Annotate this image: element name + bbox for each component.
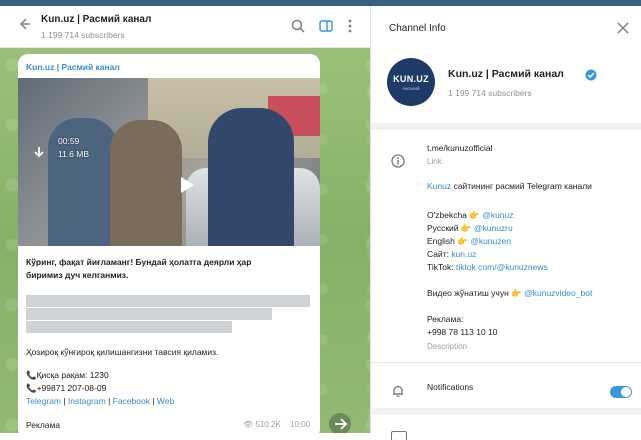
link-separator: | xyxy=(149,396,157,406)
video-size: 11.6 MB xyxy=(58,149,90,159)
link-instagram[interactable]: Instagram xyxy=(68,396,106,406)
forward-button[interactable] xyxy=(329,413,351,433)
post-views: 👁 510.2K xyxy=(243,420,281,429)
sidebar-toggle-icon[interactable] xyxy=(318,18,336,36)
message-bubble[interactable]: Kun.uz | Расмий канал 00:59 11.6 MB Кўри… xyxy=(18,54,320,433)
section-separator xyxy=(371,123,641,130)
search-icon[interactable] xyxy=(290,18,308,36)
link-telegram[interactable]: Telegram xyxy=(26,396,61,406)
description-label: Description xyxy=(427,342,468,351)
close-icon[interactable] xyxy=(616,21,630,35)
redacted-text xyxy=(26,321,232,333)
redacted-text xyxy=(26,295,310,307)
post-phone-full: 📞+99871 207-08-09 xyxy=(26,383,107,393)
toggle-knob xyxy=(621,387,631,397)
back-arrow-icon[interactable] xyxy=(14,16,34,36)
lang-en-line: English 👉 @kunuzen xyxy=(427,236,511,246)
play-icon[interactable] xyxy=(179,176,195,194)
eye-icon: 👁 xyxy=(243,420,254,429)
lang-ru-line: Русский 👉 @kunuzru xyxy=(427,223,513,233)
chat-subscribers: 1 199 714 subscribers xyxy=(41,30,125,40)
row-divider xyxy=(371,362,641,363)
site-line: Сайт: kun.uz xyxy=(427,249,477,259)
chat-title[interactable]: Kun.uz | Расмий канал xyxy=(41,14,151,25)
info-icon xyxy=(391,154,405,168)
post-ad-label: Реклама xyxy=(26,420,61,430)
channel-subscribers: 1 199 714 subscribers xyxy=(448,88,532,98)
channel-info-pane: Channel Info KUN.UZ РАСМИЙ Kun.uz | Расм… xyxy=(370,6,641,440)
ad-label: Реклама: xyxy=(427,314,464,324)
channel-link-label: Link xyxy=(427,157,442,166)
verified-badge-icon xyxy=(585,68,597,81)
redacted-text xyxy=(26,308,272,320)
video-scene-person xyxy=(110,120,182,246)
post-caption-line: Кўринг, фақат йиғламанг! Бундай ҳолатга … xyxy=(26,257,252,267)
chat-pane: Kun.uz | Расмий канал 1 199 714 subscrib… xyxy=(0,6,370,433)
more-options-icon[interactable] xyxy=(346,18,356,36)
video-submit-line: Видео жўнатиш учун 👉 @kunuzvideo_bot xyxy=(427,288,593,298)
notifications-toggle[interactable] xyxy=(610,386,632,398)
bell-icon xyxy=(391,384,405,398)
forward-arrow-icon xyxy=(335,418,348,430)
info-pane-title: Channel Info xyxy=(389,23,446,34)
post-phone-short: 📞Қисқа рақам: 1230 xyxy=(26,370,109,380)
link-separator: | xyxy=(60,396,68,406)
link-facebook[interactable]: Facebook xyxy=(113,396,150,406)
tiktok-line: TikTok: tiktok.com/@kunuznews xyxy=(427,262,548,272)
ad-phone: +998 78 113 10 10 xyxy=(427,327,498,337)
media-icon xyxy=(391,431,407,440)
link-web[interactable]: Web xyxy=(157,396,174,406)
chat-header: Kun.uz | Расмий канал 1 199 714 subscrib… xyxy=(0,6,370,48)
video-scene-person xyxy=(208,108,294,246)
lang-uz-line: O'zbekcha 👉 @kunuz xyxy=(427,210,514,220)
download-icon[interactable] xyxy=(32,146,46,160)
link-separator: | xyxy=(105,396,113,406)
channel-name: Kun.uz | Расмий канал xyxy=(448,68,564,80)
post-links: Telegram | Instagram | Facebook | Web xyxy=(26,396,174,406)
logo-subtext: РАСМИЙ xyxy=(402,86,420,91)
video-thumbnail[interactable]: 00:59 11.6 MB xyxy=(18,78,320,246)
post-channel-name[interactable]: Kun.uz | Расмий канал xyxy=(26,62,120,72)
logo-text: KUN.UZ xyxy=(393,74,429,84)
post-caption-line: биримиз дуч келганмиз. xyxy=(26,270,129,280)
channel-link[interactable]: t.me/kunuzofficial xyxy=(427,143,493,153)
section-separator xyxy=(371,408,641,415)
channel-avatar[interactable]: KUN.UZ РАСМИЙ xyxy=(387,58,435,106)
notifications-label: Notifications xyxy=(427,382,474,392)
post-text-line: Ҳозироқ кўнғироқ қилишангизни тавсия қил… xyxy=(26,347,219,357)
video-duration: 00:59 xyxy=(58,136,80,146)
channel-description-line: Kunuz сайтининг расмий Telegram канали xyxy=(427,181,592,191)
post-time: 10:00 xyxy=(290,420,311,429)
